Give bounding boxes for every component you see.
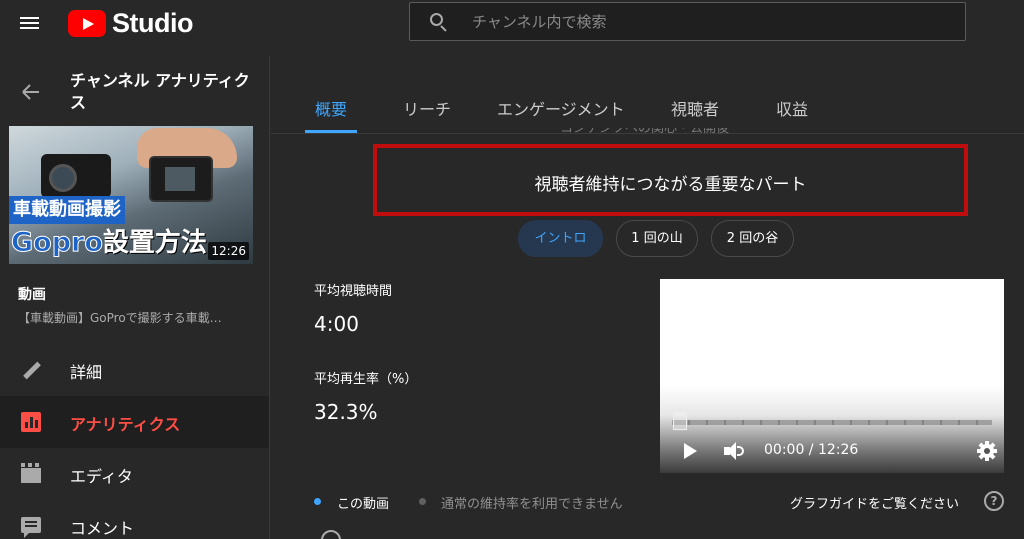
clapperboard-icon bbox=[20, 463, 42, 485]
top-bar: Studio bbox=[0, 0, 1024, 56]
hamburger-menu-icon[interactable] bbox=[18, 12, 44, 34]
video-player[interactable]: 00:00 / 12:26 bbox=[660, 279, 1004, 473]
sidebar-item-analytics[interactable]: アナリティクス bbox=[0, 396, 269, 448]
youtube-play-logo-icon bbox=[68, 9, 106, 37]
sidebar-item-editor[interactable]: エディタ bbox=[0, 448, 269, 500]
tab-audience[interactable]: 視聴者 bbox=[671, 96, 719, 120]
sidebar-item-label: コメント bbox=[70, 519, 135, 538]
back-arrow-icon[interactable] bbox=[20, 81, 42, 103]
tab-engagement[interactable]: エンゲージメント bbox=[497, 96, 625, 120]
highlight-box: 視聴者維持につながる重要なパート bbox=[373, 144, 968, 216]
sidebar: チャンネル アナリティクス 車載動画撮影 Gopro設置方法 12:26 動画 … bbox=[0, 56, 270, 539]
chip-valley[interactable]: 2 回の谷 bbox=[711, 220, 794, 257]
sidebar-item-details[interactable]: 詳細 bbox=[0, 344, 269, 396]
thumbnail-main-latin: Gopro bbox=[11, 227, 104, 259]
scrolled-section-header: コンテンツへの関心・公開後 bbox=[560, 128, 760, 142]
legend-dot-this-video bbox=[314, 498, 321, 505]
scrolled-section-header-text: コンテンツへの関心・公開後 bbox=[560, 128, 730, 136]
analytics-tabs: 概要 リーチ エンゲージメント 視聴者 収益 bbox=[271, 56, 1024, 134]
logo-text: Studio bbox=[112, 7, 193, 38]
play-icon[interactable] bbox=[684, 443, 698, 459]
chip-peak[interactable]: 1 回の山 bbox=[616, 220, 698, 257]
sidebar-item-label: 詳細 bbox=[70, 363, 103, 382]
video-title: 【車載動画】GoProで撮影する車載… bbox=[18, 311, 222, 325]
gear-icon[interactable] bbox=[977, 441, 997, 461]
progress-bar[interactable] bbox=[672, 420, 992, 425]
tab-revenue[interactable]: 収益 bbox=[776, 96, 808, 120]
tab-overview[interactable]: 概要 bbox=[315, 96, 347, 120]
thumbnail-main-text: Gopro設置方法 bbox=[11, 226, 207, 260]
legend-typical-unavailable: 通常の維持率を利用できません bbox=[441, 497, 623, 512]
avg-percentage-viewed-value: 32.3% bbox=[314, 400, 378, 424]
thumbnail-tag-text: 車載動画撮影 bbox=[9, 196, 125, 224]
avg-view-duration-value: 4:00 bbox=[314, 312, 359, 336]
avg-view-duration-label: 平均視聴時間 bbox=[314, 284, 393, 299]
legend-this-video: この動画 bbox=[337, 497, 390, 512]
thumbnail-main-jp: 設置方法 bbox=[102, 228, 207, 258]
volume-icon[interactable] bbox=[724, 441, 748, 461]
sidebar-title: チャンネル アナリティクス bbox=[70, 71, 250, 112]
video-section-label: 動画 bbox=[18, 287, 46, 303]
graph-guide-link[interactable]: グラフガイドをご覧ください bbox=[790, 493, 959, 512]
sidebar-item-label: アナリティクス bbox=[70, 415, 181, 434]
comment-icon bbox=[20, 515, 42, 538]
section-title: 視聴者維持につながる重要なパート bbox=[534, 175, 807, 195]
search-icon[interactable] bbox=[430, 13, 447, 32]
avg-percentage-viewed-label: 平均再生率（%） bbox=[314, 372, 418, 387]
chip-intro[interactable]: イントロ bbox=[518, 220, 603, 257]
search-input[interactable] bbox=[472, 3, 952, 40]
help-icon[interactable]: ? bbox=[984, 491, 1004, 511]
info-icon[interactable] bbox=[321, 530, 341, 539]
video-thumbnail[interactable]: 車載動画撮影 Gopro設置方法 12:26 bbox=[9, 126, 253, 264]
search-bar[interactable] bbox=[409, 2, 966, 41]
tab-reach[interactable]: リーチ bbox=[403, 96, 451, 120]
analytics-icon bbox=[20, 411, 42, 433]
sidebar-item-label: エディタ bbox=[70, 467, 133, 486]
youtube-studio-logo[interactable]: Studio bbox=[68, 6, 193, 40]
thumbnail-duration: 12:26 bbox=[208, 242, 249, 260]
time-display: 00:00 / 12:26 bbox=[764, 442, 859, 458]
legend-dot-typical bbox=[419, 498, 426, 505]
thumbnail-dashcam-image bbox=[41, 154, 111, 198]
pencil-icon bbox=[20, 359, 42, 381]
scrubber-handle[interactable] bbox=[673, 412, 687, 430]
sidebar-item-comments[interactable]: コメント bbox=[0, 500, 269, 539]
active-tab-indicator bbox=[305, 130, 357, 133]
thumbnail-gopro-image bbox=[149, 156, 213, 202]
